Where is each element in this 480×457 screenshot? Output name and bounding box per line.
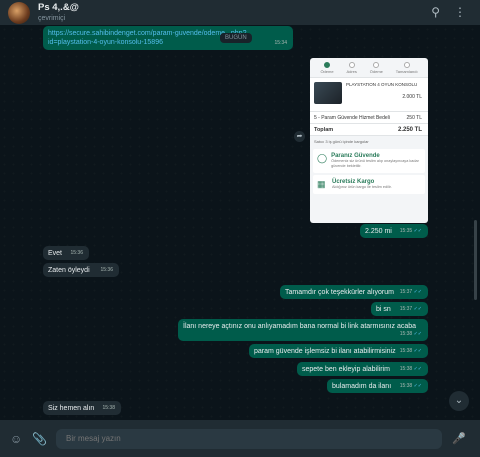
read-ticks-icon: ✓✓ <box>413 331 422 337</box>
total-row: Toplam 2.250 TL <box>310 124 428 136</box>
contact-name: Ps 4,.&@ <box>38 1 79 13</box>
chat-header[interactable]: Ps 4,.&@ çevrimiçi ⚲ ⋮ <box>0 0 480 25</box>
message-bubble[interactable]: İlanı nereye açtınız onu anlıyamadım ban… <box>178 319 428 341</box>
checkout-steps: Ödeme Adres Ödeme Tamamlandı <box>310 58 428 78</box>
message-bubble[interactable]: bi sn 15:37 ✓✓ <box>371 302 428 316</box>
message-bubble[interactable]: param güvende işlemsiz bi ilanı atabilir… <box>249 344 428 358</box>
fee-row: 5 - Param Güvende Hizmet Bedeli 250 TL <box>310 112 428 124</box>
read-ticks-icon: ✓✓ <box>413 366 422 372</box>
message-bubble[interactable]: Zaten öyleydi 15:36 <box>43 263 119 277</box>
date-pill: BUGÜN <box>220 33 252 43</box>
message-bubble[interactable]: Evet 15:36 <box>43 246 89 260</box>
chat-area[interactable]: https://secure.sahibindenget.com/param-g… <box>0 25 480 420</box>
message-time: 15:34 <box>274 40 287 46</box>
message-bubble[interactable]: Tamamdır çok teşekkürler alıyorum 15:37 … <box>280 285 428 299</box>
contact-info[interactable]: Ps 4,.&@ çevrimiçi <box>38 2 79 24</box>
message-bubble[interactable]: sepete ben ekleyip alabilirim 15:38 ✓✓ <box>297 362 428 376</box>
read-ticks-icon: ✓✓ <box>413 306 422 312</box>
feature-safe-payment: ◯ Paranız Güvende Ödemeniz siz ürünü tes… <box>313 149 425 173</box>
message-bubble[interactable]: Siz hemen alın 15:38 <box>43 401 121 415</box>
shipping-note: Satıcı 3 iş günü içinde kargolar <box>314 139 369 144</box>
forward-icon[interactable]: ➦ <box>294 131 305 142</box>
product-row: PLAYSTATION 4 OYUN KONSOLU 2.000 TL <box>310 78 428 112</box>
emoji-icon[interactable]: ☺ <box>10 432 32 446</box>
message-bubble[interactable]: 2.250 mi 15:35 ✓✓ <box>360 224 428 238</box>
message-bubble[interactable]: bulamadım da ilanı 15:38 ✓✓ <box>327 379 428 393</box>
read-ticks-icon: ✓✓ <box>413 383 422 389</box>
attach-icon[interactable]: 📎 <box>32 432 54 446</box>
menu-icon[interactable]: ⋮ <box>454 6 466 18</box>
product-thumbnail <box>314 82 342 104</box>
read-ticks-icon: ✓✓ <box>413 348 422 354</box>
link-message[interactable]: https://secure.sahibindenget.com/param-g… <box>43 26 293 50</box>
product-name: PLAYSTATION 4 OYUN KONSOLU <box>346 82 418 87</box>
mic-icon[interactable]: 🎤 <box>452 432 466 445</box>
step: Ödeme <box>320 61 334 74</box>
avatar[interactable] <box>8 1 30 24</box>
search-icon[interactable]: ⚲ <box>431 6 440 18</box>
message-input[interactable] <box>56 428 442 449</box>
step: Ödeme <box>370 61 383 74</box>
compose-bar: ☺ 📎 🎤 <box>0 420 480 457</box>
shield-icon: ◯ <box>317 153 328 163</box>
truck-icon: ▦ <box>317 179 326 189</box>
read-ticks-icon: ✓✓ <box>413 289 422 295</box>
chevron-down-icon[interactable]: ⌄ <box>449 391 469 411</box>
read-ticks-icon: ✓✓ <box>413 228 422 234</box>
message-link[interactable]: https://secure.sahibindenget.com/param-g… <box>48 30 246 46</box>
step: Tamamlandı <box>396 61 418 74</box>
contact-status: çevrimiçi <box>38 14 66 22</box>
feature-free-shipping: ▦ Ücretsiz Kargo Aldığınız ürün kargo il… <box>313 175 425 194</box>
product-price: 2.000 TL <box>402 94 422 100</box>
scrollbar[interactable] <box>474 220 477 300</box>
step: Adres <box>346 61 357 74</box>
payment-screenshot-card[interactable]: Ödeme Adres Ödeme Tamamlandı PLAYSTATION… <box>310 58 428 223</box>
